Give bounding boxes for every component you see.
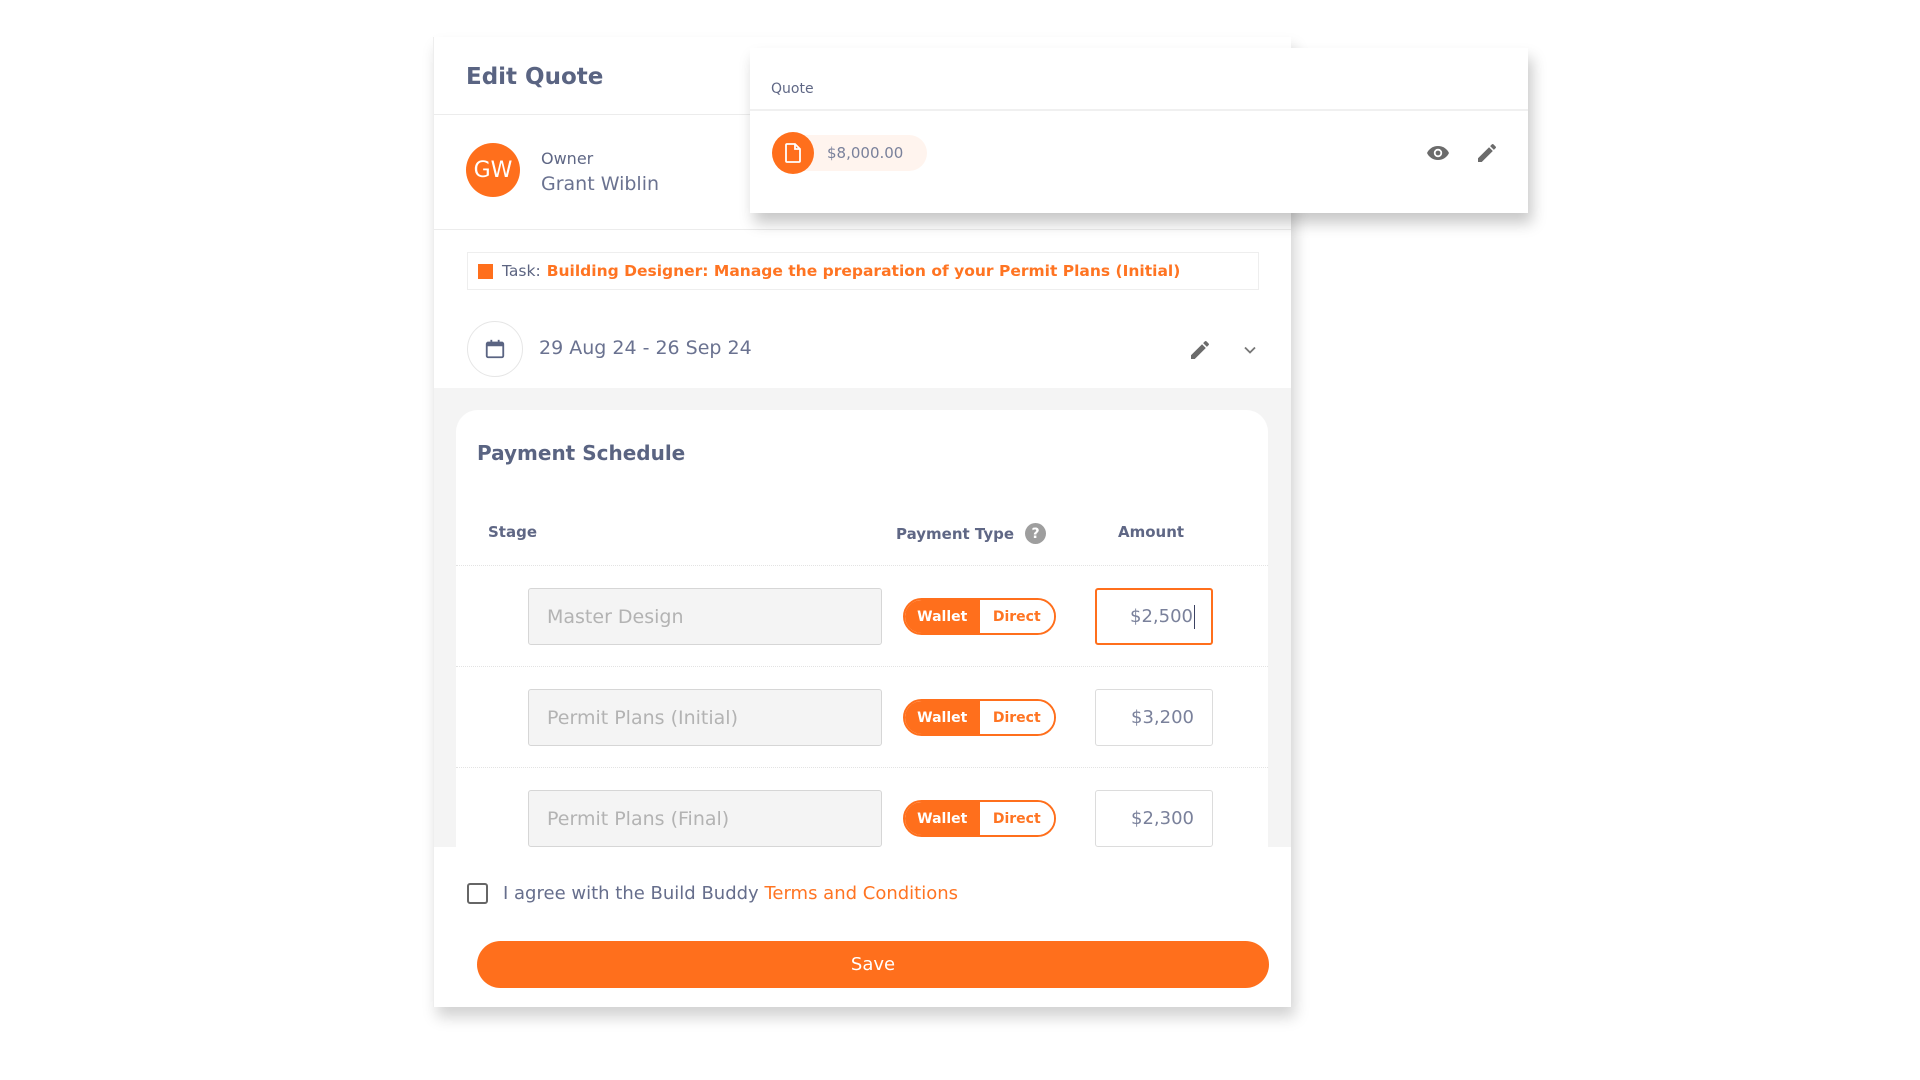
task-box: Task: Building Designer: Manage the prep… xyxy=(467,252,1259,290)
quote-popup-header: Quote xyxy=(750,48,1528,111)
agree-text: I agree with the Build Buddy Terms and C… xyxy=(503,883,958,904)
quote-popup: Quote $8,000.00 xyxy=(750,48,1528,213)
calendar-button[interactable] xyxy=(467,321,523,377)
stage-input[interactable]: Permit Plans (Final) xyxy=(528,790,882,847)
avatar: GW xyxy=(466,143,520,197)
amount-value: $2,300 xyxy=(1131,808,1194,829)
save-button[interactable]: Save xyxy=(477,941,1269,988)
date-row: 29 Aug 24 - 26 Sep 24 xyxy=(434,310,1291,377)
text-cursor xyxy=(1194,604,1195,629)
owner-name: Grant Wiblin xyxy=(541,173,660,195)
wallet-option[interactable]: Wallet xyxy=(905,802,980,835)
panel-footer: I agree with the Build Buddy Terms and C… xyxy=(434,847,1291,1007)
payment-type-toggle: Wallet Direct xyxy=(903,598,1056,635)
amount-value: $2,500 xyxy=(1130,606,1193,627)
stage-input[interactable]: Permit Plans (Initial) xyxy=(528,689,882,746)
quote-amount: $8,000.00 xyxy=(827,144,904,162)
column-header-amount: Amount xyxy=(1118,523,1185,541)
amount-input[interactable]: $3,200 xyxy=(1095,689,1213,746)
amount-input[interactable]: $2,300 xyxy=(1095,790,1213,847)
amount-input[interactable]: $2,500 xyxy=(1095,588,1213,645)
owner-label: Owner xyxy=(541,149,594,168)
date-range: 29 Aug 24 - 26 Sep 24 xyxy=(539,337,752,359)
agree-row: I agree with the Build Buddy Terms and C… xyxy=(467,883,958,904)
direct-option[interactable]: Direct xyxy=(979,802,1054,835)
task-status-icon xyxy=(478,263,493,279)
file-icon xyxy=(772,132,814,174)
terms-link[interactable]: Terms and Conditions xyxy=(764,883,958,904)
chevron-down-icon[interactable] xyxy=(1240,340,1260,360)
task-prefix: Task: xyxy=(502,262,541,280)
payment-type-toggle: Wallet Direct xyxy=(903,800,1056,837)
payment-type-toggle: Wallet Direct xyxy=(903,699,1056,736)
table-row: Permit Plans (Initial) Wallet Direct $3,… xyxy=(456,667,1268,768)
pencil-icon[interactable] xyxy=(1188,338,1212,362)
calendar-icon xyxy=(485,339,505,359)
column-header-stage: Stage xyxy=(488,523,538,541)
page-title: Edit Quote xyxy=(466,64,604,90)
quote-chip[interactable]: $8,000.00 xyxy=(772,132,927,174)
wallet-option[interactable]: Wallet xyxy=(905,701,980,734)
direct-option[interactable]: Direct xyxy=(979,600,1054,633)
direct-option[interactable]: Direct xyxy=(979,701,1054,734)
quote-popup-title: Quote xyxy=(771,81,814,97)
agree-checkbox[interactable] xyxy=(467,883,488,904)
pencil-icon[interactable] xyxy=(1475,141,1499,165)
eye-icon[interactable] xyxy=(1426,141,1450,165)
column-header-payment-type: Payment Type ? xyxy=(896,523,1047,544)
stage-input[interactable]: Master Design xyxy=(528,588,882,645)
amount-value: $3,200 xyxy=(1131,707,1194,728)
help-icon[interactable]: ? xyxy=(1025,523,1047,544)
payment-schedule-title: Payment Schedule xyxy=(477,441,686,465)
agree-label: I agree with the Build Buddy xyxy=(503,883,759,904)
table-row: Master Design Wallet Direct $2,500 xyxy=(456,566,1268,667)
payment-type-label: Payment Type xyxy=(896,524,1015,543)
task-link[interactable]: Building Designer: Manage the preparatio… xyxy=(547,262,1181,280)
wallet-option[interactable]: Wallet xyxy=(905,600,980,633)
task-section: Task: Building Designer: Manage the prep… xyxy=(434,230,1291,388)
